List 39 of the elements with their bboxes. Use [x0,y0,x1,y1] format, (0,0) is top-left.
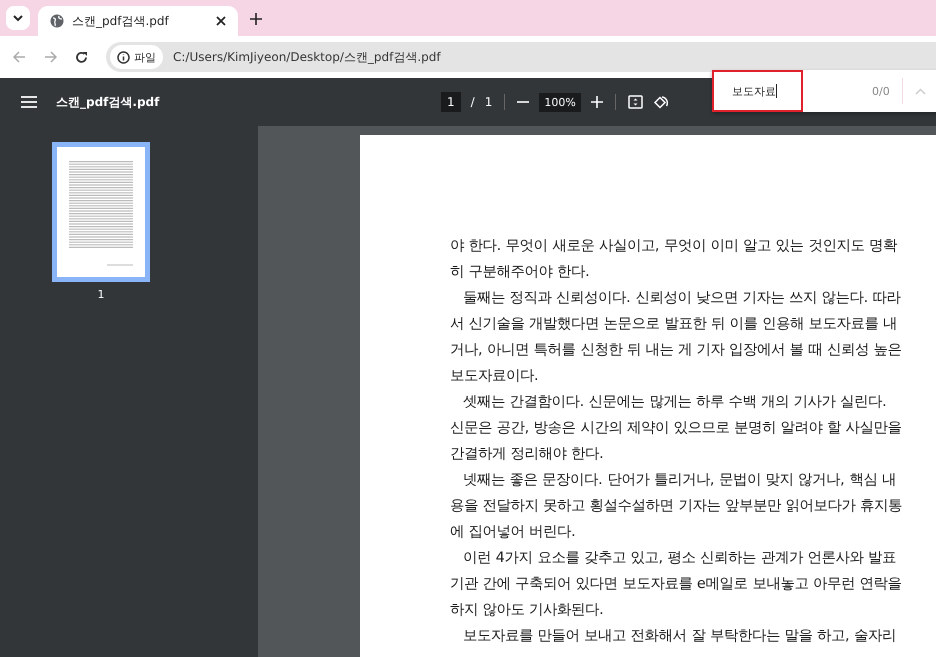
text-line: 야 한다. 무엇이 새로운 사실이고, 무엇이 이미 알고 있는 것인지도 명확 [450,237,898,256]
address-bar[interactable]: 파일 C:/Users/KimJiyeon/Desktop/스캔_pdf검색.pdf [106,42,936,72]
find-input-field[interactable]: 보도자료 [712,70,803,112]
rotate-icon[interactable] [652,94,668,110]
url-text: C:/Users/KimJiyeon/Desktop/스캔_pdf검색.pdf [173,48,441,66]
browser-tab[interactable]: 스캔_pdf검색.pdf [38,6,238,36]
text-line: 서 신기술을 개발했다면 논문으로 발표한 뒤 이를 인용해 보도자료를 내 [450,315,898,334]
page-number-field[interactable]: 1 [441,92,461,112]
text-line: 보도자료이다. [450,367,540,386]
text-line: 신문은 공간, 방송은 시간의 제약이 있으므로 분명히 알려야 할 사실만을 [450,419,903,438]
page-total: 1 [484,95,492,109]
text-line: 보도자료를 만들어 보내고 전화해서 잘 부탁한다는 말을 하고, 술자리 [462,627,898,646]
text-line: 둘째는 정직과 신뢰성이다. 신뢰성이 낮으면 기자는 쓰지 않는다. 따라 [462,289,902,308]
fit-page-icon[interactable] [628,95,643,109]
text-line: 간결하게 정리해야 한다. [450,445,605,464]
text-line: 기관 간에 구축되어 있다면 보도자료를 e메일로 보내놓고 아무런 연락을 [450,575,902,594]
text-line: 히 구분해주어야 한다. [450,263,591,282]
text-line: 에 집어넣어 버린다. [450,523,577,542]
tab-title: 스캔_pdf검색.pdf [72,12,170,30]
close-icon[interactable] [216,16,226,26]
text-line: 용을 전달하지 못하고 횡설수설하면 기자는 앞부분만 읽어보다가 휴지통 [450,497,904,516]
tab-list-button[interactable] [6,6,30,30]
text-line: 셋째는 간결함이다. 신문에는 많게는 하루 수백 개의 기사가 실린다. [462,393,888,412]
document-title: 스캔_pdf검색.pdf [56,94,160,110]
new-tab-icon[interactable] [250,13,262,25]
info-icon [117,50,130,64]
chevron-down-icon [13,14,23,22]
text-line: 넷째는 좋은 문장이다. 단어가 틀리거나, 문법이 맞지 않거나, 핵심 내 [462,471,897,490]
zoom-field[interactable]: 100% [539,92,581,112]
match-count: 0/0 [872,84,890,98]
zoom-in-icon[interactable] [590,96,603,108]
menu-icon[interactable] [21,96,37,108]
site-info-chip[interactable]: 파일 [110,45,163,69]
text-line: 거나, 아니면 특허를 신청한 뒤 내는 게 기자 입장에서 볼 때 신뢰성 높은 [450,341,902,360]
text-line: 이런 4가지 요소를 갖추고 있고, 평소 신뢰하는 관계가 언론사와 발표 [462,549,897,568]
text-line: 하지 않아도 기사화된다. [450,601,605,620]
page-separator: / [470,95,475,109]
reload-icon[interactable] [75,50,88,64]
thumbnail-label: 1 [98,288,104,301]
